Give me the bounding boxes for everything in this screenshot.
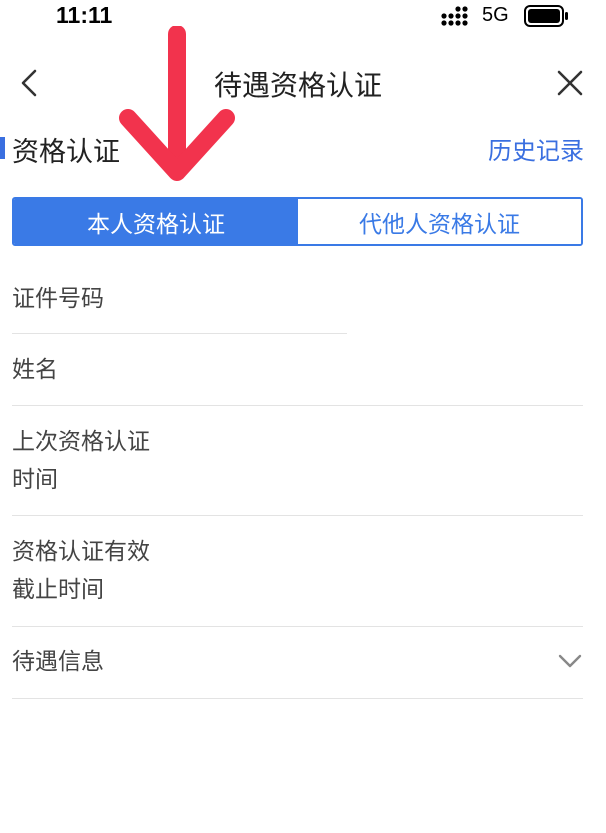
close-icon[interactable] — [555, 68, 585, 98]
history-link[interactable]: 历史记录 — [488, 131, 584, 166]
benefit-info-row[interactable]: 待遇信息 — [12, 643, 104, 681]
network-type: 5G — [482, 4, 509, 26]
divider — [12, 698, 583, 699]
red-arrow-annotation-icon — [119, 26, 235, 181]
benefit-info-label: 待遇信息 — [12, 649, 104, 675]
name-label: 姓名 — [12, 357, 58, 383]
last-cert-time-label-line2: 时间 — [12, 467, 58, 493]
section-title: 资格认证 — [12, 137, 120, 168]
id-number-label: 证件号码 — [12, 286, 104, 312]
cert-expiry-label-line1: 资格认证有效 — [12, 539, 150, 565]
page: 11:11 5G 待遇资格认证 资格认证 历史记录 本人资格认证 代他人资格认证… — [0, 0, 606, 833]
last-cert-time-row: 上次资格认证 时间 — [12, 423, 150, 499]
divider — [12, 405, 583, 406]
tab-self-cert[interactable]: 本人资格认证 — [14, 199, 298, 244]
tab-proxy-cert[interactable]: 代他人资格认证 — [298, 199, 581, 244]
cert-type-tabs: 本人资格认证 代他人资格认证 — [12, 197, 583, 246]
divider — [12, 626, 583, 627]
cert-expiry-label-line2: 截止时间 — [12, 577, 104, 603]
divider — [12, 333, 347, 334]
last-cert-time-label-line1: 上次资格认证 — [12, 429, 150, 455]
cellular-signal-icon — [441, 6, 468, 26]
id-number-row[interactable]: 证件号码 — [12, 280, 104, 318]
page-title: 待遇资格认证 — [213, 69, 382, 102]
status-time: 11:11 — [56, 2, 113, 28]
chevron-down-icon[interactable] — [557, 652, 583, 670]
section-accent-bar — [0, 137, 5, 159]
name-row[interactable]: 姓名 — [12, 351, 58, 389]
battery-icon — [524, 5, 568, 27]
divider — [12, 515, 583, 516]
status-bar: 11:11 5G — [0, 0, 606, 34]
cert-expiry-row: 资格认证有效 截止时间 — [12, 533, 150, 609]
